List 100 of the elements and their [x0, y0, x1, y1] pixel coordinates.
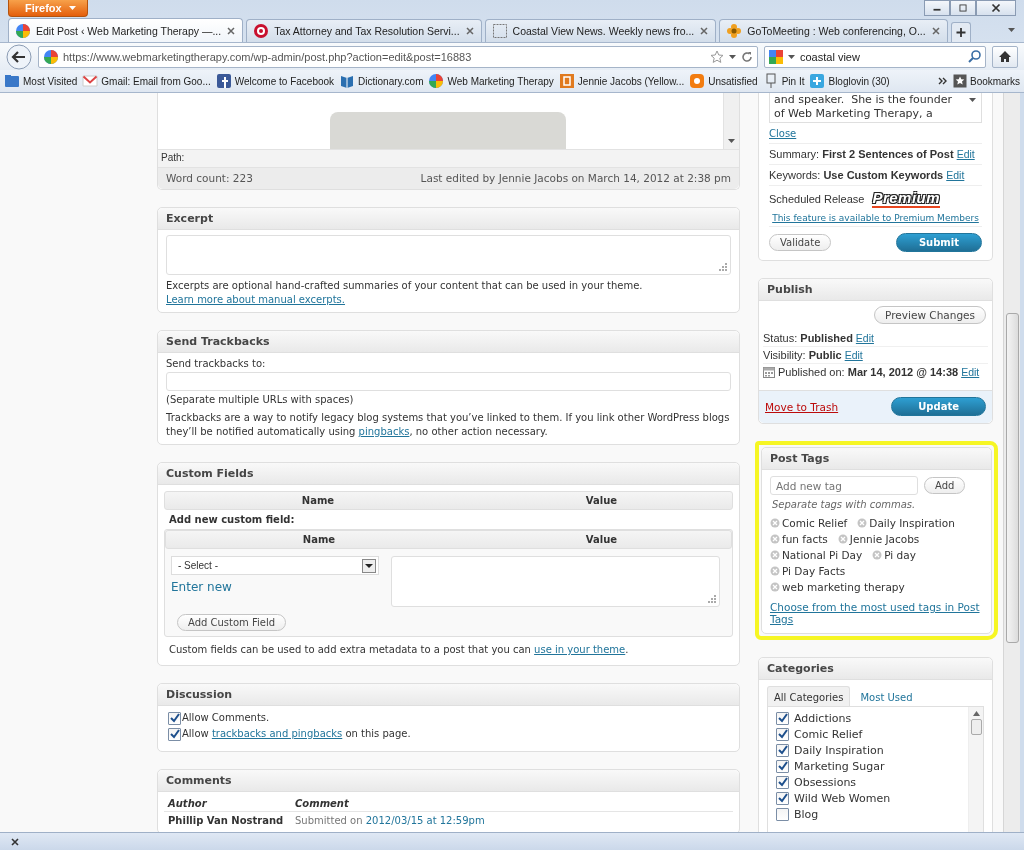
search-field[interactable]: coastal view	[764, 45, 986, 68]
button[interactable]: Submit	[895, 233, 982, 252]
caret-icon[interactable]	[787, 52, 796, 61]
field-label: Send trackbacks to:	[166, 358, 267, 369]
column-header: Value	[584, 534, 619, 545]
caret-icon	[67, 4, 77, 12]
caret-icon[interactable]	[728, 52, 737, 61]
plus-square-icon	[809, 73, 826, 89]
premium-logo: Premium	[872, 190, 941, 208]
bookmark-link[interactable]: Bloglovin (30)	[809, 73, 890, 89]
bookmark-link[interactable]: Pin It	[762, 73, 805, 89]
bookmark-link[interactable]: Welcome to Facebook	[215, 73, 335, 89]
checkbox[interactable]	[776, 775, 789, 789]
caret-icon[interactable]	[968, 96, 977, 104]
hint-text: Separate tags with commas.	[772, 499, 917, 510]
checkmark-icon	[776, 712, 789, 724]
reload-icon[interactable]	[741, 50, 753, 63]
dotted-square-icon	[491, 23, 508, 39]
back-button[interactable]	[6, 43, 32, 70]
link[interactable]: Learn more about manual excerpts.	[166, 294, 345, 305]
address-field[interactable]: https://www.webmarketingtherapy.com/wp-admin/post.php?action=edit&post=16883	[38, 45, 758, 68]
new-tag-field[interactable]: Add new tag	[770, 476, 918, 495]
browser-tab[interactable]: Coastal View News. Weekly news fro...	[484, 19, 717, 42]
checkbox[interactable]	[776, 807, 789, 821]
close-icon[interactable]	[10, 836, 20, 847]
maximize-icon[interactable]	[950, 0, 976, 16]
caret-icon[interactable]	[1007, 26, 1016, 34]
category-label: Comic Relief	[794, 727, 863, 741]
enter-new-link[interactable]: Enter new	[171, 580, 232, 594]
edit-link[interactable]: Edit	[844, 349, 863, 361]
plus-icon[interactable]	[950, 22, 971, 42]
minimize-icon[interactable]	[924, 0, 950, 16]
excerpt-field[interactable]	[166, 235, 731, 275]
round-logo-icon	[253, 23, 270, 39]
publish-info: Visibility: Public	[763, 349, 842, 361]
edit-link[interactable]: Edit	[956, 148, 975, 160]
chevron-icon[interactable]	[938, 76, 948, 86]
add-tag-button[interactable]: Add	[924, 477, 966, 494]
box-title: Send Trackbacks	[158, 331, 739, 353]
search-input[interactable]: coastal view	[800, 50, 964, 63]
edit-link[interactable]: Edit	[855, 332, 874, 344]
update-button[interactable]: Update	[891, 397, 986, 416]
category-tab[interactable]: Most Used	[850, 687, 923, 706]
bookmarks-menu[interactable]: Bookmarks	[953, 74, 1020, 88]
close-icon[interactable]	[226, 25, 237, 36]
close-icon[interactable]	[930, 26, 941, 36]
browser-tab[interactable]: GoToMeeting : Web conferencing, O...	[719, 19, 948, 42]
pinwheel-icon	[15, 22, 31, 39]
box-title: Custom Fields	[158, 463, 739, 485]
folder-icon	[4, 73, 20, 89]
button[interactable]: Validate	[769, 234, 832, 251]
checkmark-icon	[776, 728, 789, 740]
publish-info: Status: Published	[763, 332, 853, 344]
move-to-trash-link[interactable]: Move to Trash	[765, 400, 839, 413]
browser-tab[interactable]: Edit Post ‹ Web Marketing Therapy —...	[8, 18, 244, 42]
star-icon[interactable]	[710, 49, 724, 64]
tag-label: Daily Inspiration	[869, 517, 955, 529]
path-label: Path:	[158, 149, 739, 167]
preview-changes-button[interactable]: Preview Changes	[874, 306, 986, 324]
trackback-url-field[interactable]	[166, 372, 731, 391]
bookmark-link[interactable]: Web Marketing Therapy	[428, 73, 554, 89]
checkbox[interactable]	[776, 759, 789, 773]
close-icon[interactable]	[699, 26, 710, 36]
tag-label: Comic Relief	[782, 517, 848, 529]
checkbox[interactable]	[776, 727, 789, 741]
bio-field[interactable]: and speaker. She is the founder of Web Marketing Therapy, a	[769, 93, 982, 123]
bookmark-link[interactable]: Dictionary.com	[339, 73, 424, 89]
checkbox[interactable]	[168, 711, 181, 725]
bookmark-link[interactable]: Most Visited	[4, 73, 78, 89]
close-icon[interactable]	[464, 26, 475, 36]
checkbox[interactable]	[776, 791, 789, 805]
home-button[interactable]	[992, 45, 1018, 68]
most-used-tags-link[interactable]: Choose from the most used tags in Post Tags	[770, 601, 983, 625]
bookmark-link[interactable]: Jennie Jacobs (Yellow...	[558, 73, 685, 89]
bookmark-link[interactable]: Unsatisfied	[689, 73, 758, 89]
link[interactable]: trackbacks and pingbacks	[211, 728, 343, 739]
pinwheel-icon	[428, 73, 445, 89]
category-tab[interactable]: All Categories	[767, 686, 851, 706]
select-dropdown[interactable]: - Select -	[171, 556, 379, 575]
premium-link[interactable]: This feature is available to Premium Members	[772, 213, 979, 223]
tag-label: National Pi Day	[782, 549, 863, 561]
word-count: Word count: 223	[166, 172, 253, 184]
calendar-icon	[763, 366, 775, 378]
checkbox[interactable]	[776, 743, 789, 757]
help-text: Trackbacks are a way to notify legacy blog systems that you’ve linked to them. If you link other WordPress blogs they’ll be notified automatically using pingbacks, no other action necessary.	[166, 411, 731, 439]
value-field[interactable]	[391, 556, 720, 607]
checkbox[interactable]	[168, 727, 181, 741]
close-link[interactable]: Close	[769, 128, 797, 139]
add-custom-field-button[interactable]: Add Custom Field	[177, 614, 287, 631]
edit-link[interactable]: Edit	[961, 366, 980, 378]
column-header: Name	[301, 534, 337, 545]
category-label: Wild Web Women	[794, 791, 891, 805]
address-input[interactable]: https://www.webmarketingtherapy.com/wp-admin/post.php?action=edit&post=16883	[63, 50, 706, 63]
bookmark-link[interactable]: Gmail: Email from Goo...	[82, 73, 211, 89]
edit-link[interactable]: Edit	[946, 169, 965, 181]
browser-tab[interactable]: Tax Attorney and Tax Resolution Servi...	[246, 19, 482, 42]
checkbox[interactable]	[776, 711, 789, 725]
comment-date-link[interactable]: 2012/03/15 at 12:59pm	[365, 815, 485, 826]
search-icon[interactable]	[968, 50, 981, 63]
caret-icon	[362, 558, 376, 573]
